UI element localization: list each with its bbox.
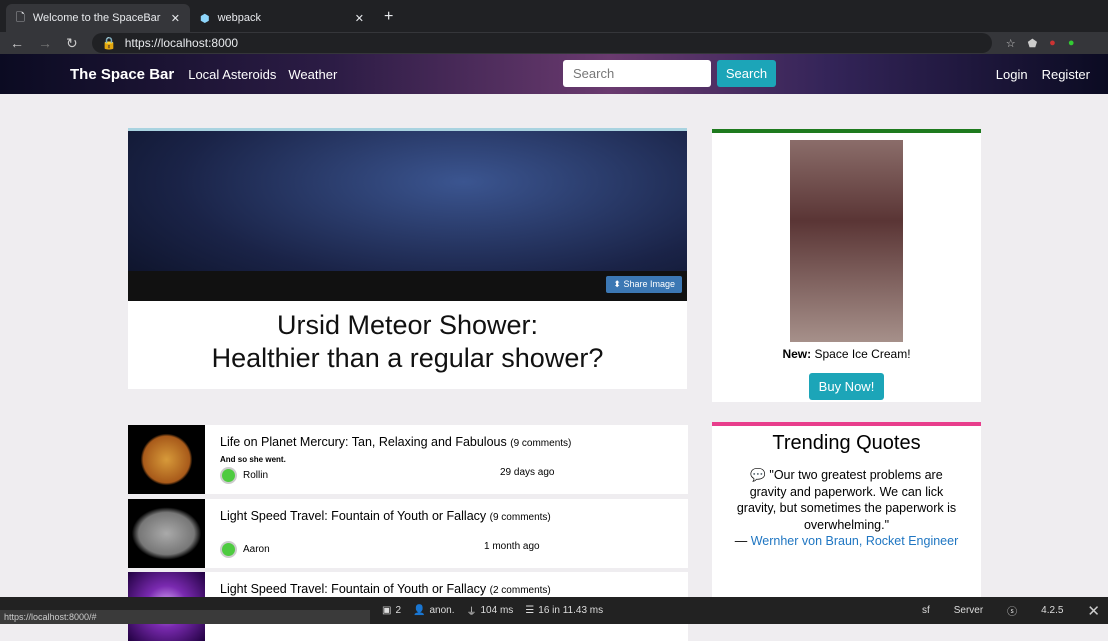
lock-icon: 🔒	[101, 36, 117, 50]
nav-local-asteroids[interactable]: Local Asteroids	[188, 67, 276, 82]
brand-logo[interactable]: The Space Bar	[70, 66, 174, 83]
share-image-button[interactable]: ⬍ Share Image	[606, 276, 682, 293]
profile-icon[interactable]: ●	[1049, 37, 1056, 50]
close-tab-icon[interactable]: ✕	[355, 12, 364, 25]
asteroid-thumbnail	[128, 499, 205, 568]
buy-now-button[interactable]: Buy Now!	[808, 373, 885, 400]
article-row[interactable]: Life on Planet Mercury: Tan, Relaxing an…	[128, 425, 688, 494]
new-tab-button[interactable]: +	[374, 8, 403, 32]
quote-author-link[interactable]: Wernher von Braun, Rocket Engineer	[751, 534, 959, 548]
forms-icon[interactable]: ▣	[382, 605, 391, 616]
article-row[interactable]: Light Speed Travel: Fountain of Youth or…	[128, 499, 688, 568]
symfony-debug-toolbar: ▣ 2 👤 anon. ⏚ 104 ms ☰ 16 in 11.43 ms sf Serv…	[0, 597, 1108, 624]
search-button[interactable]: Search	[717, 60, 776, 87]
tab-spacebar[interactable]: 🗋 Welcome to the SpaceBar ✕	[6, 4, 190, 32]
meteor-shower-image: ⬍ Share Image	[128, 131, 687, 301]
time-icon[interactable]: ⏚	[467, 603, 477, 618]
back-icon[interactable]: ←	[10, 35, 24, 51]
tab-strip: 🗋 Welcome to the SpaceBar ✕ ⬢ webpack ✕ +	[0, 0, 1108, 32]
close-tab-icon[interactable]: ✕	[171, 12, 180, 25]
extension-icon[interactable]: ⬟	[1028, 37, 1038, 50]
user-icon[interactable]: 👤	[413, 605, 425, 616]
trending-quotes: Trending Quotes 💬 "Our two greatest prob…	[712, 422, 981, 602]
featured-title[interactable]: Ursid Meteor Shower: Healthier than a reg…	[128, 301, 687, 375]
avatar	[220, 467, 237, 484]
mercury-thumbnail	[128, 425, 205, 494]
site-navbar: The Space Bar Local Asteroids Weather Se…	[0, 54, 1108, 94]
page-icon: 🗋	[16, 11, 25, 24]
symfony-version-icon: ⓢ	[1007, 607, 1018, 618]
extension-green-icon[interactable]: ●	[1068, 37, 1075, 50]
ad-panel: New: Space Ice Cream! Buy Now!	[712, 129, 981, 402]
forward-icon[interactable]: →	[38, 35, 52, 51]
close-toolbar-icon[interactable]: ✕	[1087, 602, 1100, 620]
search-input[interactable]: Search	[563, 60, 711, 87]
register-link[interactable]: Register	[1042, 67, 1090, 82]
tab-webpack[interactable]: ⬢ webpack ✕	[190, 4, 374, 32]
login-link[interactable]: Login	[996, 67, 1028, 82]
url-bar[interactable]: 🔒 https://localhost:8000	[91, 33, 992, 53]
status-url: https://localhost:8000/#	[0, 610, 370, 624]
featured-article[interactable]: ⬍ Share Image Ursid Meteor Shower: Health…	[128, 128, 687, 389]
avatar	[220, 541, 237, 558]
comment-icon: 💬	[750, 468, 766, 482]
star-icon[interactable]: ☆	[1006, 37, 1016, 50]
database-icon[interactable]: ☰	[525, 605, 534, 616]
webpack-icon: ⬢	[200, 12, 210, 25]
nav-weather[interactable]: Weather	[288, 67, 337, 82]
symfony-icon: sf	[921, 605, 930, 616]
address-bar-row: ← → ↻ 🔒 https://localhost:8000 ☆ ⬟ ● ●	[0, 32, 1108, 54]
ice-cream-image	[790, 140, 903, 342]
reload-icon[interactable]: ↻	[66, 35, 78, 52]
